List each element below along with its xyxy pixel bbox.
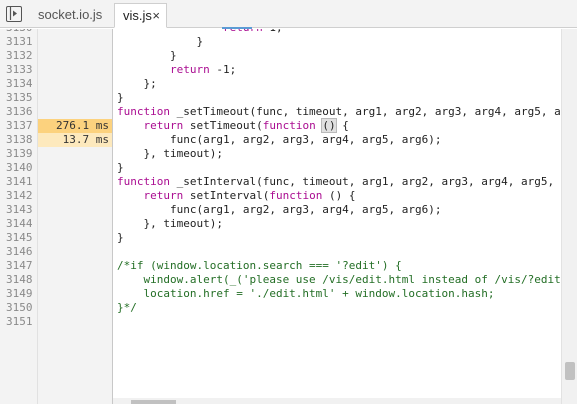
code-text: _setTimeout(func, timeout, arg1, arg2, a…: [169, 105, 561, 118]
line-number[interactable]: 3151: [0, 315, 36, 329]
line-number[interactable]: 3142: [0, 189, 36, 203]
code-text: }, timeout);: [117, 147, 223, 160]
code-line: location.href = './edit.html' + window.l…: [117, 287, 495, 301]
code-text: -1;: [209, 63, 237, 76]
line-number[interactable]: 3141: [0, 175, 36, 189]
code-comment: /*if (window.location.search === '?edit'…: [117, 259, 402, 272]
code-text: {: [335, 119, 349, 132]
code-keyword: function: [269, 189, 323, 202]
tab-label: vis.js: [123, 8, 152, 23]
code-line: }: [117, 91, 124, 105]
code-line: }, timeout);: [117, 147, 223, 161]
code-line: func(arg1, arg2, arg3, arg4, arg5, arg6)…: [117, 133, 442, 147]
line-number[interactable]: 3145: [0, 231, 36, 245]
code-keyword: function: [117, 175, 170, 188]
code-text: };: [117, 77, 157, 90]
scrollbar-thumb[interactable]: [565, 362, 575, 380]
line-number[interactable]: 3131: [0, 35, 36, 49]
line-number[interactable]: 3150: [0, 301, 36, 315]
code-line: };: [117, 77, 157, 91]
code-text: () {: [322, 189, 356, 202]
line-number[interactable]: 3147: [0, 259, 36, 273]
code-editor[interactable]: return 1; } } return -1; };}function _se…: [113, 29, 561, 402]
close-icon[interactable]: ×: [152, 4, 160, 28]
code-text: func(arg1, arg2, arg3, arg4, arg5, arg6)…: [117, 203, 442, 216]
line-number[interactable]: 3133: [0, 63, 36, 77]
code-line: func(arg1, arg2, arg3, arg4, arg5, arg6)…: [117, 203, 442, 217]
code-line: }: [117, 161, 124, 175]
code-text: }: [117, 161, 124, 174]
line-number[interactable]: 3135: [0, 91, 36, 105]
code-keyword: return: [223, 29, 263, 34]
line-number[interactable]: 3139: [0, 147, 36, 161]
scrollbar-thumb[interactable]: [131, 400, 176, 404]
code-text: }: [117, 35, 204, 48]
code-text: 1;: [263, 29, 282, 34]
profile-time: 13.7 ms: [38, 133, 112, 147]
code-line: }, timeout);: [117, 217, 223, 231]
code-line: /*if (window.location.search === '?edit'…: [117, 259, 402, 273]
profiler-gutter: 276.1 ms 13.7 ms: [38, 29, 113, 404]
code-line: return setInterval(function () {: [117, 189, 356, 203]
code-text: }, timeout);: [117, 217, 223, 230]
code-keyword: function: [262, 119, 316, 132]
code-text: setInterval(: [183, 189, 270, 202]
code-keyword: return: [143, 189, 184, 202]
code-line: function _setTimeout(func, timeout, arg1…: [117, 105, 561, 119]
code-keyword: return: [169, 63, 210, 76]
code-line: }: [117, 49, 177, 63]
navigator-toggle-icon[interactable]: [6, 6, 22, 22]
vertical-scrollbar[interactable]: [561, 29, 577, 404]
line-number[interactable]: 3144: [0, 217, 36, 231]
line-number[interactable]: 3143: [0, 203, 36, 217]
line-number[interactable]: 3140: [0, 161, 36, 175]
code-keyword: function: [117, 105, 170, 118]
code-line: function _setInterval(func, timeout, arg…: [117, 175, 561, 189]
code-comment: window.alert(_('please use /vis/edit.htm…: [117, 273, 561, 286]
line-number[interactable]: 3146: [0, 245, 36, 259]
code-line: }*/: [117, 301, 137, 315]
code-line: }: [117, 231, 124, 245]
code-line: return setTimeout(function () {: [117, 118, 349, 133]
line-number[interactable]: 3149: [0, 287, 36, 301]
line-number[interactable]: 3148: [0, 273, 36, 287]
horizontal-scrollbar[interactable]: [113, 398, 561, 404]
line-number[interactable]: 3136: [0, 105, 36, 119]
tab-vis-js[interactable]: vis.js ×: [114, 3, 167, 28]
code-text: _setInterval(func, timeout, arg1, arg2, …: [176, 175, 561, 188]
code-line: window.alert(_('please use /vis/edit.htm…: [117, 273, 561, 287]
code-text: }: [117, 49, 177, 62]
code-comment: }*/: [117, 301, 137, 314]
tab-label: socket.io.js: [38, 7, 103, 22]
code-line: }: [117, 35, 203, 49]
line-number[interactable]: 3137: [0, 119, 36, 133]
code-comment: location.href = './edit.html' + window.l…: [117, 287, 495, 300]
code-text: setTimeout(: [183, 119, 263, 132]
profile-time: 276.1 ms: [38, 119, 112, 133]
code-keyword: return: [143, 119, 184, 132]
code-text: }: [117, 231, 124, 244]
line-number[interactable]: 3138: [0, 133, 36, 147]
code-text: func(arg1, arg2, arg3, arg4, arg5, arg6)…: [117, 133, 442, 146]
tab-socket-io-js[interactable]: socket.io.js: [30, 3, 110, 28]
tab-bar: socket.io.js vis.js ×: [0, 0, 577, 29]
code-line: return -1;: [117, 63, 236, 77]
matched-bracket: (): [321, 118, 337, 133]
line-number-gutter: 3130313131323133313431353136313731383139…: [0, 29, 38, 404]
line-number[interactable]: 3134: [0, 77, 36, 91]
code-text: }: [117, 91, 124, 104]
line-number[interactable]: 3132: [0, 49, 36, 63]
